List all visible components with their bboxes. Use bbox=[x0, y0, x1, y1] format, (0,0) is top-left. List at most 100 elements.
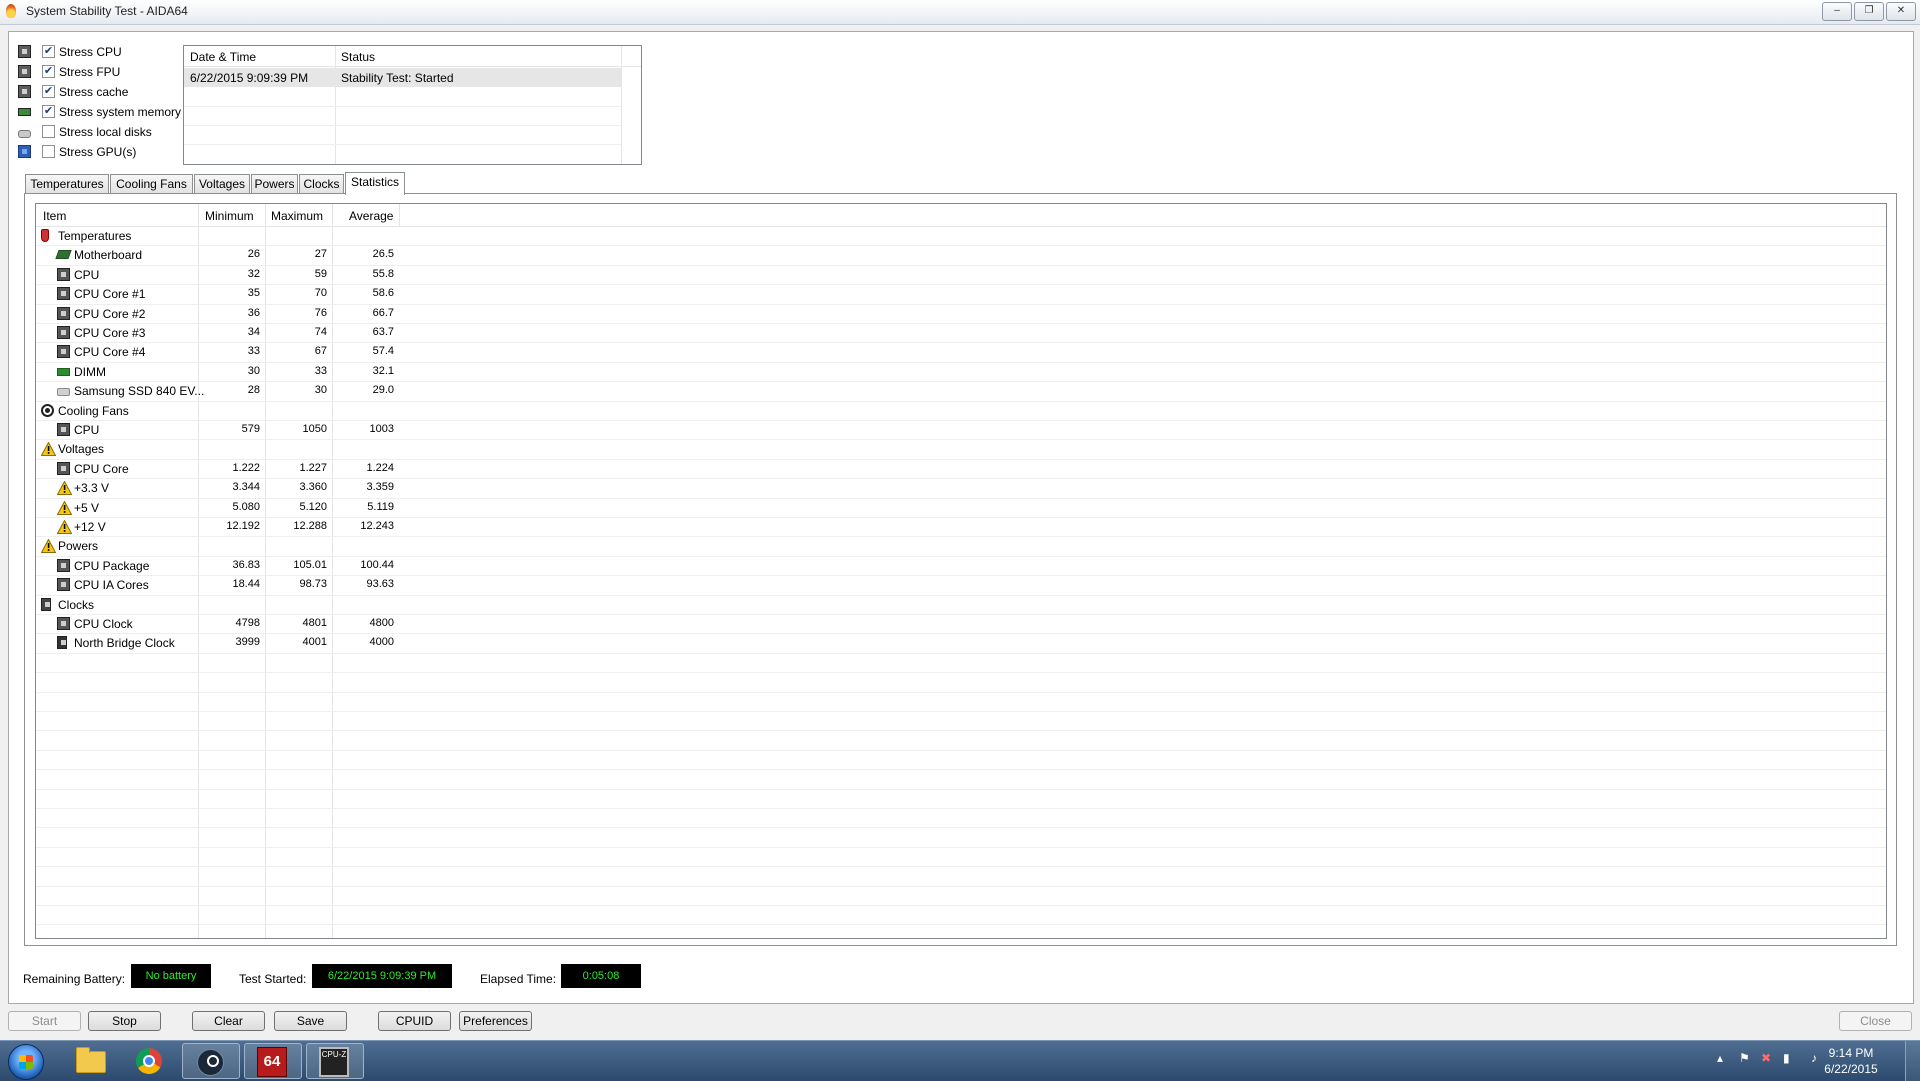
maximum-value: 76 bbox=[314, 306, 327, 319]
tab-cooling-fans[interactable]: Cooling Fans bbox=[110, 174, 193, 193]
table-row[interactable]: DIMM 30 33 32.1 bbox=[36, 363, 436, 382]
table-row[interactable]: CPU 32 59 55.8 bbox=[36, 266, 436, 285]
minimum-value: 1.222 bbox=[232, 461, 260, 474]
status-log[interactable]: Date & Time Status 6/22/2015 9:09:39 PM … bbox=[183, 45, 642, 165]
table-row[interactable]: CPU Package 36.83 105.01 100.44 bbox=[36, 557, 436, 576]
table-row[interactable]: Samsung SSD 840 EV... 28 30 29.0 bbox=[36, 382, 436, 401]
tab-powers[interactable]: Powers bbox=[251, 174, 298, 193]
folder-icon bbox=[76, 1047, 106, 1073]
minimum-value: 18.44 bbox=[232, 578, 260, 591]
ssd-icon bbox=[57, 388, 70, 397]
maximum-value: 1050 bbox=[302, 423, 327, 435]
table-row[interactable]: CPU Core #3 34 74 63.7 bbox=[36, 324, 436, 343]
stress-disks-checkbox[interactable] bbox=[42, 125, 55, 138]
table-row[interactable]: CPU Core 1.222 1.227 1.224 bbox=[36, 460, 436, 479]
tab-voltages[interactable]: Voltages bbox=[194, 174, 250, 193]
table-row[interactable]: CPU IA Cores 18.44 98.73 93.63 bbox=[36, 576, 436, 595]
northbridge-icon bbox=[57, 636, 67, 650]
minimum-value: 5.080 bbox=[232, 500, 260, 513]
network-disconnected-icon[interactable]: ✖ bbox=[1761, 1051, 1771, 1065]
stop-button[interactable]: Stop bbox=[88, 1011, 161, 1031]
maximum-value: 74 bbox=[314, 326, 327, 338]
minimum-value: 34 bbox=[247, 326, 260, 338]
log-col-status[interactable]: Status bbox=[341, 50, 375, 64]
maximum-value: 4001 bbox=[302, 636, 327, 649]
start-button[interactable]: Start bbox=[8, 1011, 81, 1031]
disk-icon bbox=[18, 130, 31, 138]
table-row[interactable]: CPU Core #4 33 67 57.4 bbox=[36, 343, 436, 362]
preferences-button[interactable]: Preferences bbox=[459, 1011, 532, 1031]
stress-disks-label: Stress local disks bbox=[59, 125, 152, 139]
group-row[interactable]: Voltages bbox=[36, 440, 436, 459]
group-row[interactable]: Powers bbox=[36, 537, 436, 556]
stress-cpu-checkbox[interactable]: ✔ bbox=[42, 45, 55, 58]
statistics-table[interactable]: Item Minimum Maximum Average Temperature… bbox=[35, 203, 1887, 939]
row-label: Motherboard bbox=[74, 248, 143, 263]
thermometer-icon bbox=[41, 229, 49, 242]
show-hidden-icons-icon[interactable]: ▴ bbox=[1717, 1051, 1723, 1065]
cpu-icon bbox=[57, 267, 70, 281]
col-average[interactable]: Average bbox=[349, 209, 393, 223]
log-row[interactable]: 6/22/2015 9:09:39 PM Stability Test: Sta… bbox=[184, 68, 621, 87]
close-window-button[interactable]: ✕ bbox=[1886, 2, 1916, 21]
table-row[interactable]: CPU Clock 4798 4801 4800 bbox=[36, 615, 436, 634]
tab-clocks[interactable]: Clocks bbox=[299, 174, 344, 193]
save-button[interactable]: Save bbox=[274, 1011, 347, 1031]
start-button-orb[interactable] bbox=[8, 1044, 44, 1080]
table-row[interactable]: CPU 579 1050 1003 bbox=[36, 421, 436, 440]
average-value: 26.5 bbox=[372, 248, 394, 261]
signal-bars-icon[interactable]: ▮ bbox=[1783, 1051, 1790, 1065]
cpuz-taskbar-button[interactable]: CPU-Z bbox=[306, 1043, 364, 1079]
action-center-flag-icon[interactable]: ⚑ bbox=[1739, 1051, 1750, 1065]
explorer-taskbar-button[interactable] bbox=[60, 1043, 118, 1079]
stress-memory-checkbox[interactable]: ✔ bbox=[42, 105, 55, 118]
maximum-value: 33 bbox=[314, 364, 327, 377]
cpu-icon bbox=[57, 461, 70, 475]
group-row[interactable]: Temperatures bbox=[36, 227, 436, 246]
stress-fpu-label: Stress FPU bbox=[59, 65, 121, 79]
minimize-button[interactable]: – bbox=[1822, 2, 1852, 21]
table-row[interactable]: CPU Core #1 35 70 58.6 bbox=[36, 285, 436, 304]
stress-gpu-checkbox[interactable] bbox=[42, 145, 55, 158]
test-started-label: Test Started: bbox=[239, 972, 307, 986]
elapsed-time-value: 0:05:08 bbox=[561, 964, 641, 988]
show-desktop-button[interactable] bbox=[1905, 1041, 1920, 1081]
minimum-value: 579 bbox=[241, 423, 260, 435]
tab-temperatures[interactable]: Temperatures bbox=[25, 174, 109, 193]
col-maximum[interactable]: Maximum bbox=[271, 209, 323, 223]
system-clock[interactable]: 9:14 PM 6/22/2015 bbox=[1816, 1045, 1886, 1077]
chrome-taskbar-button[interactable] bbox=[122, 1043, 180, 1079]
table-row[interactable]: +5 V 5.080 5.120 5.119 bbox=[36, 499, 436, 518]
stress-cache-checkbox[interactable]: ✔ bbox=[42, 85, 55, 98]
cpuid-button[interactable]: CPUID bbox=[378, 1011, 451, 1031]
table-row[interactable]: Motherboard 26 27 26.5 bbox=[36, 246, 436, 265]
group-row[interactable]: Cooling Fans bbox=[36, 402, 436, 421]
stress-fpu-checkbox[interactable]: ✔ bbox=[42, 65, 55, 78]
row-label: +12 V bbox=[74, 520, 106, 534]
maximum-value: 105.01 bbox=[293, 558, 327, 571]
row-label: Cooling Fans bbox=[58, 403, 129, 418]
log-status: Stability Test: Started bbox=[341, 71, 454, 85]
table-row[interactable]: CPU Core #2 36 76 66.7 bbox=[36, 305, 436, 324]
table-row[interactable]: North Bridge Clock 3999 4001 4000 bbox=[36, 634, 436, 653]
aida64-taskbar-button[interactable]: 64 bbox=[244, 1043, 302, 1079]
table-row[interactable]: +12 V 12.192 12.288 12.243 bbox=[36, 518, 436, 537]
col-minimum[interactable]: Minimum bbox=[205, 209, 254, 223]
maximum-value: 98.73 bbox=[299, 578, 327, 591]
col-item[interactable]: Item bbox=[43, 209, 66, 223]
steam-taskbar-button[interactable] bbox=[182, 1043, 240, 1079]
row-label: Temperatures bbox=[58, 229, 132, 243]
steam-icon bbox=[197, 1049, 224, 1076]
aida64-flame-icon bbox=[6, 4, 16, 18]
group-row[interactable]: Clocks bbox=[36, 596, 436, 615]
stress-gpu-label: Stress GPU(s) bbox=[59, 145, 137, 159]
clear-button[interactable]: Clear bbox=[192, 1011, 265, 1031]
fan-icon bbox=[41, 403, 54, 417]
close-button[interactable]: Close bbox=[1839, 1011, 1912, 1031]
restore-button[interactable]: ❐ bbox=[1854, 2, 1884, 21]
table-row[interactable]: +3.3 V 3.344 3.360 3.359 bbox=[36, 479, 436, 498]
row-label: CPU Core #4 bbox=[74, 345, 146, 360]
row-label: Powers bbox=[58, 539, 99, 554]
tab-statistics[interactable]: Statistics bbox=[345, 172, 405, 195]
log-col-datetime[interactable]: Date & Time bbox=[190, 50, 256, 64]
